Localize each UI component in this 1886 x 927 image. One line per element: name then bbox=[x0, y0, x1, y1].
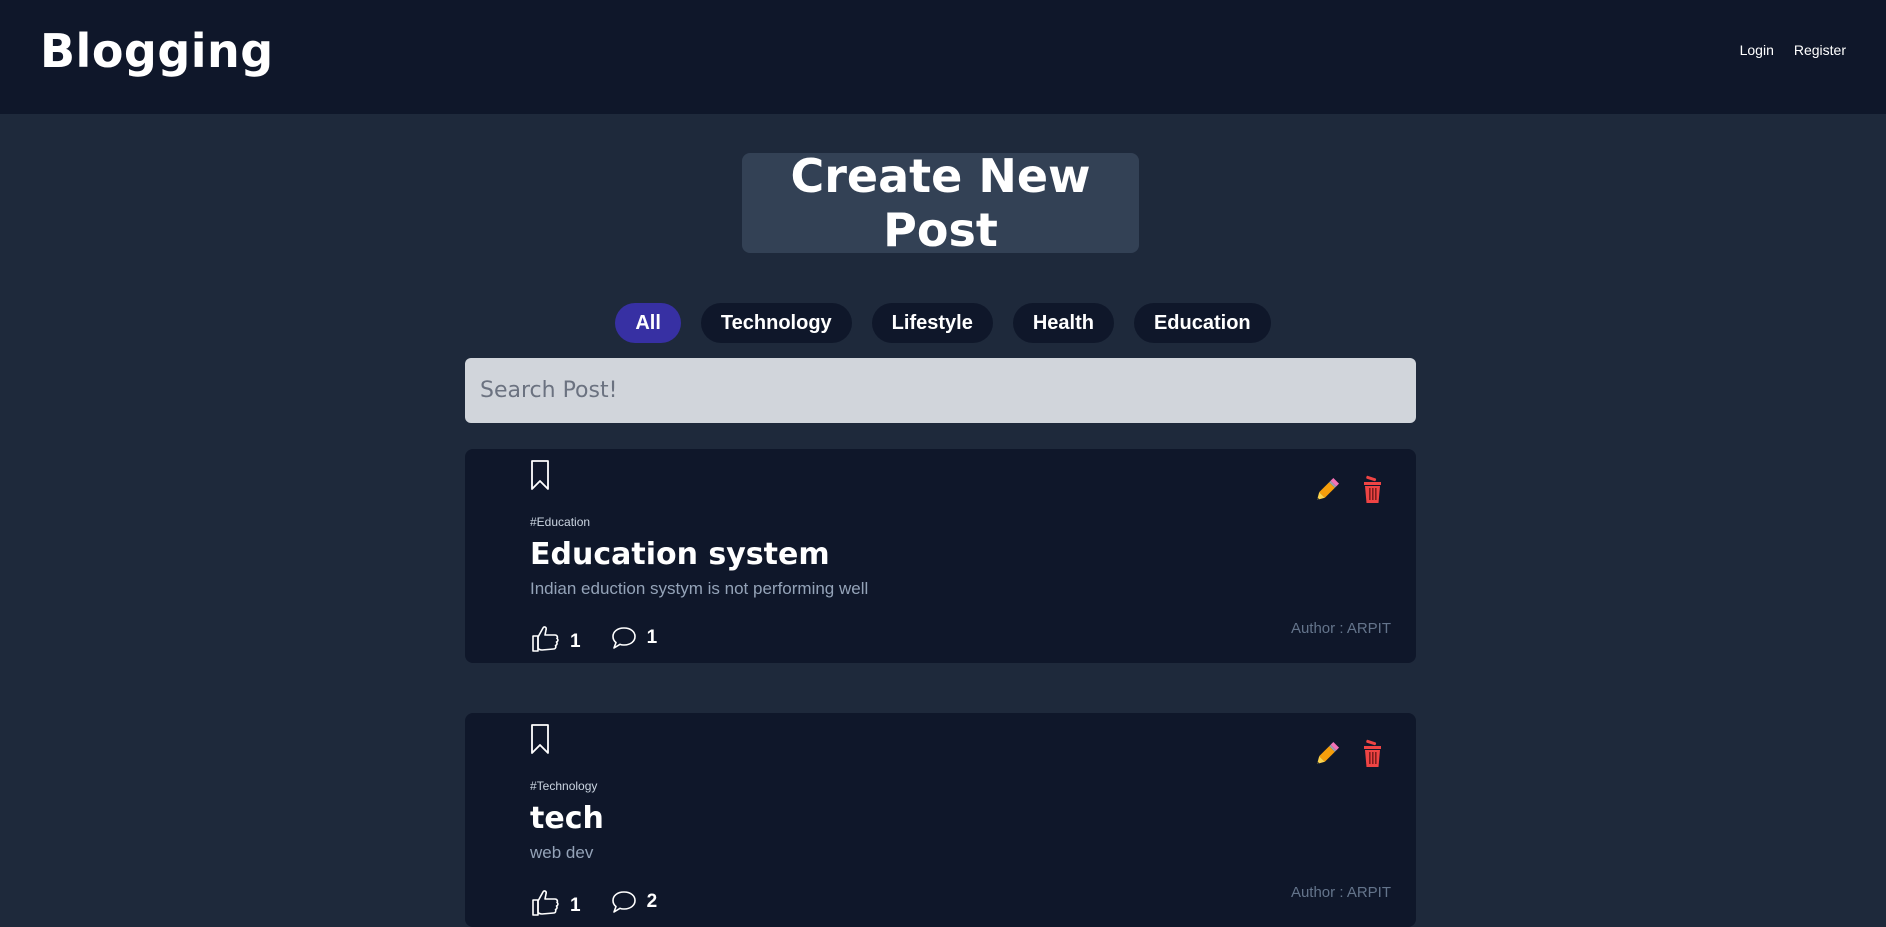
comment-button[interactable]: 2 bbox=[611, 890, 658, 914]
post-tag[interactable]: #Education bbox=[530, 515, 590, 529]
post-title[interactable]: Education system bbox=[530, 537, 830, 572]
category-education[interactable]: Education bbox=[1133, 303, 1271, 343]
speech-bubble-icon bbox=[611, 891, 636, 913]
category-all[interactable]: All bbox=[615, 303, 681, 343]
post-tag[interactable]: #Technology bbox=[530, 779, 597, 793]
bookmark-icon[interactable] bbox=[530, 459, 550, 491]
post-stats: 1 1 bbox=[530, 623, 687, 653]
category-filter-bar: All Technology Lifestyle Health Educatio… bbox=[0, 303, 1886, 343]
post-card: #Education Education system Indian educt… bbox=[465, 449, 1416, 663]
post-actions bbox=[1312, 739, 1388, 769]
category-technology[interactable]: Technology bbox=[700, 303, 852, 343]
post-card: #Technology tech web dev 1 2 Author : AR… bbox=[465, 713, 1416, 927]
pencil-icon[interactable] bbox=[1312, 739, 1342, 769]
site-brand[interactable]: Blogging bbox=[40, 24, 274, 78]
search-input[interactable] bbox=[465, 358, 1416, 423]
category-lifestyle[interactable]: Lifestyle bbox=[871, 303, 993, 343]
thumbs-up-icon bbox=[532, 890, 559, 916]
post-description: Indian eduction systym is not performing… bbox=[530, 579, 869, 598]
comment-count: 2 bbox=[646, 891, 658, 912]
register-link[interactable]: Register bbox=[1794, 42, 1846, 58]
post-actions bbox=[1312, 475, 1388, 505]
trash-icon[interactable] bbox=[1358, 475, 1388, 505]
like-count: 1 bbox=[570, 631, 581, 652]
comment-count: 1 bbox=[646, 627, 658, 648]
speech-bubble-icon bbox=[611, 627, 636, 649]
trash-icon[interactable] bbox=[1358, 739, 1388, 769]
comment-button[interactable]: 1 bbox=[611, 626, 658, 650]
post-title[interactable]: tech bbox=[530, 801, 604, 836]
post-stats: 1 2 bbox=[530, 887, 687, 917]
login-link[interactable]: Login bbox=[1740, 42, 1774, 58]
like-button[interactable]: 1 bbox=[530, 887, 581, 917]
thumbs-up-icon bbox=[532, 626, 559, 652]
post-author: Author : ARPIT bbox=[1290, 620, 1391, 637]
create-new-post-button[interactable]: Create New Post bbox=[742, 149, 1139, 257]
like-count: 1 bbox=[570, 895, 581, 916]
pencil-icon[interactable] bbox=[1312, 475, 1342, 505]
nav-links: Login Register bbox=[1740, 42, 1846, 58]
post-author: Author : ARPIT bbox=[1290, 884, 1391, 901]
like-button[interactable]: 1 bbox=[530, 623, 581, 653]
top-navbar: Blogging Login Register bbox=[0, 0, 1886, 114]
bookmark-icon[interactable] bbox=[530, 723, 550, 755]
post-description: web dev bbox=[530, 843, 594, 862]
category-health[interactable]: Health bbox=[1012, 303, 1114, 343]
